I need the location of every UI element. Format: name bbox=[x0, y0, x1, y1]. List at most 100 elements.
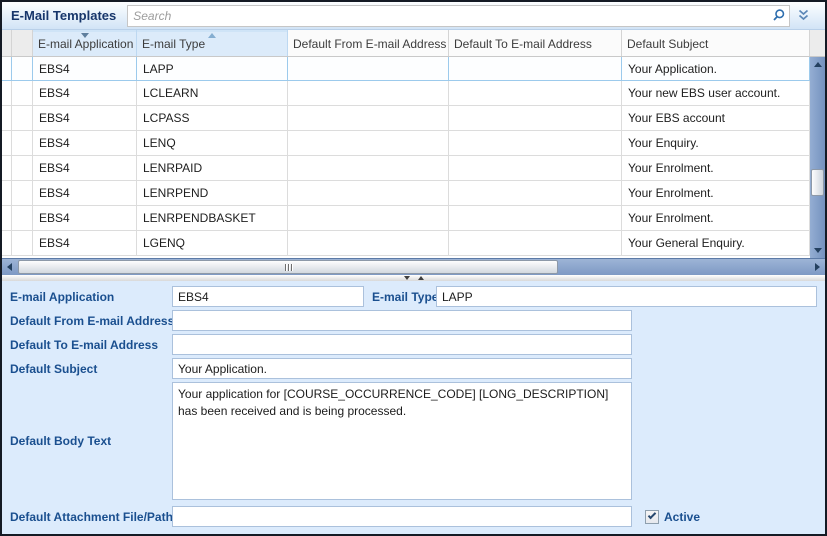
scroll-left-arrow[interactable] bbox=[2, 259, 17, 275]
cell-email-application[interactable]: EBS4 bbox=[33, 81, 137, 105]
column-header-default-from[interactable]: Default From E-mail Address bbox=[288, 30, 449, 56]
column-header-email-type[interactable]: E-mail Type bbox=[137, 30, 288, 56]
default-attachment-field[interactable] bbox=[172, 506, 632, 527]
splitter-down-icon bbox=[403, 276, 410, 280]
default-to-field[interactable] bbox=[172, 334, 632, 355]
row-blank-cell[interactable] bbox=[12, 206, 33, 230]
cell-email-type[interactable]: LAPP bbox=[137, 57, 288, 80]
cell-email-application[interactable]: EBS4 bbox=[33, 131, 137, 155]
row-blank-cell[interactable] bbox=[12, 181, 33, 205]
cell-email-type[interactable]: LGENQ bbox=[137, 231, 288, 255]
table-row[interactable]: EBS4 LENRPAID Your Enrolment. bbox=[2, 156, 810, 181]
title-bar: E-Mail Templates bbox=[2, 2, 825, 30]
row-indicator-cell[interactable] bbox=[2, 131, 12, 155]
default-from-field[interactable] bbox=[172, 310, 632, 331]
cell-email-application[interactable]: EBS4 bbox=[33, 156, 137, 180]
horizontal-scroll-thumb[interactable] bbox=[18, 260, 558, 274]
search-input[interactable] bbox=[128, 6, 769, 25]
cell-default-from[interactable] bbox=[288, 181, 449, 205]
scroll-down-arrow[interactable] bbox=[810, 243, 825, 258]
cell-email-type[interactable]: LENRPAID bbox=[137, 156, 288, 180]
row-blank-cell[interactable] bbox=[12, 106, 33, 130]
row-indicator-cell[interactable] bbox=[2, 106, 12, 130]
column-header-email-application[interactable]: E-mail Application bbox=[33, 30, 137, 56]
cell-email-application[interactable]: EBS4 bbox=[33, 231, 137, 255]
scroll-right-arrow[interactable] bbox=[810, 259, 825, 275]
cell-email-type[interactable]: LENRPENDBASKET bbox=[137, 206, 288, 230]
row-indicator-cell[interactable] bbox=[2, 81, 12, 105]
cell-email-type[interactable]: LCPASS bbox=[137, 106, 288, 130]
row-indicator-cell[interactable] bbox=[2, 231, 12, 255]
horizontal-scrollbar bbox=[2, 258, 825, 275]
row-indicator-cell[interactable] bbox=[2, 206, 12, 230]
cell-default-subject[interactable]: Your Enquiry. bbox=[622, 131, 810, 155]
table-row[interactable]: EBS4 LCPASS Your EBS account bbox=[2, 106, 810, 131]
email-type-label: E-mail Type bbox=[372, 289, 439, 304]
horizontal-scroll-track[interactable] bbox=[17, 259, 810, 275]
cell-default-from[interactable] bbox=[288, 106, 449, 130]
table-row[interactable]: EBS4 LGENQ Your General Enquiry. bbox=[2, 231, 810, 256]
cell-default-subject[interactable]: Your EBS account bbox=[622, 106, 810, 130]
cell-default-to[interactable] bbox=[449, 206, 622, 230]
row-blank-cell[interactable] bbox=[12, 231, 33, 255]
row-blank-cell[interactable] bbox=[12, 81, 33, 105]
chevron-double-down-icon[interactable] bbox=[790, 9, 816, 22]
table-row[interactable]: EBS4 LAPP Your Application. bbox=[2, 57, 810, 81]
row-blank-cell[interactable] bbox=[12, 57, 33, 80]
email-application-label: E-mail Application bbox=[10, 289, 115, 304]
sort-ascending-icon bbox=[208, 33, 216, 38]
template-detail-form: E-mail Application E-mail Type Default F… bbox=[2, 281, 825, 534]
cell-default-from[interactable] bbox=[288, 231, 449, 255]
cell-default-subject[interactable]: Your new EBS user account. bbox=[622, 81, 810, 105]
cell-default-to[interactable] bbox=[449, 181, 622, 205]
search-box[interactable] bbox=[127, 4, 790, 27]
search-icon[interactable] bbox=[769, 7, 787, 25]
cell-default-subject[interactable]: Your Enrolment. bbox=[622, 181, 810, 205]
column-header-label: E-mail Type bbox=[142, 37, 206, 51]
cell-default-subject[interactable]: Your Enrolment. bbox=[622, 156, 810, 180]
email-type-field[interactable] bbox=[436, 286, 817, 307]
column-header-default-to[interactable]: Default To E-mail Address bbox=[449, 30, 622, 56]
vertical-scroll-track[interactable] bbox=[810, 57, 825, 258]
cell-default-subject[interactable]: Your General Enquiry. bbox=[622, 231, 810, 255]
row-blank-cell[interactable] bbox=[12, 131, 33, 155]
table-row[interactable]: EBS4 LENQ Your Enquiry. bbox=[2, 131, 810, 156]
cell-default-from[interactable] bbox=[288, 81, 449, 105]
cell-email-type[interactable]: LCLEARN bbox=[137, 81, 288, 105]
cell-default-from[interactable] bbox=[288, 206, 449, 230]
cell-default-from[interactable] bbox=[288, 156, 449, 180]
cell-default-subject[interactable]: Your Enrolment. bbox=[622, 206, 810, 230]
cell-default-from[interactable] bbox=[288, 131, 449, 155]
default-body-field[interactable]: Your application for [COURSE_OCCURRENCE_… bbox=[172, 382, 632, 500]
default-subject-field[interactable] bbox=[172, 358, 632, 379]
cell-email-application[interactable]: EBS4 bbox=[33, 57, 137, 80]
cell-email-application[interactable]: EBS4 bbox=[33, 206, 137, 230]
cell-default-to[interactable] bbox=[449, 156, 622, 180]
scroll-up-arrow[interactable] bbox=[810, 57, 825, 72]
cell-email-application[interactable]: EBS4 bbox=[33, 106, 137, 130]
email-application-field[interactable] bbox=[172, 286, 364, 307]
table-row[interactable]: EBS4 LENRPENDBASKET Your Enrolment. bbox=[2, 206, 810, 231]
cell-default-to[interactable] bbox=[449, 231, 622, 255]
table-row[interactable]: EBS4 LENRPEND Your Enrolment. bbox=[2, 181, 810, 206]
cell-email-type[interactable]: LENQ bbox=[137, 131, 288, 155]
cell-email-application[interactable]: EBS4 bbox=[33, 181, 137, 205]
table-row[interactable]: EBS4 LCLEARN Your new EBS user account. bbox=[2, 81, 810, 106]
row-blank-cell[interactable] bbox=[12, 156, 33, 180]
row-indicator-cell[interactable] bbox=[2, 57, 12, 80]
row-indicator-cell[interactable] bbox=[2, 181, 12, 205]
row-indicator-cell[interactable] bbox=[2, 156, 12, 180]
active-checkbox[interactable] bbox=[645, 509, 659, 524]
cell-default-from[interactable] bbox=[288, 57, 449, 80]
cell-email-type[interactable]: LENRPEND bbox=[137, 181, 288, 205]
column-header-default-subject[interactable]: Default Subject bbox=[622, 30, 810, 56]
vertical-scroll-thumb[interactable] bbox=[811, 169, 824, 196]
cell-default-to[interactable] bbox=[449, 57, 622, 80]
cell-default-to[interactable] bbox=[449, 106, 622, 130]
cell-default-to[interactable] bbox=[449, 81, 622, 105]
default-subject-label: Default Subject bbox=[10, 361, 98, 376]
cell-default-to[interactable] bbox=[449, 131, 622, 155]
cell-default-subject[interactable]: Your Application. bbox=[622, 57, 810, 80]
grid-blank-header[interactable] bbox=[12, 30, 33, 56]
grid-corner-cell[interactable] bbox=[2, 30, 12, 56]
